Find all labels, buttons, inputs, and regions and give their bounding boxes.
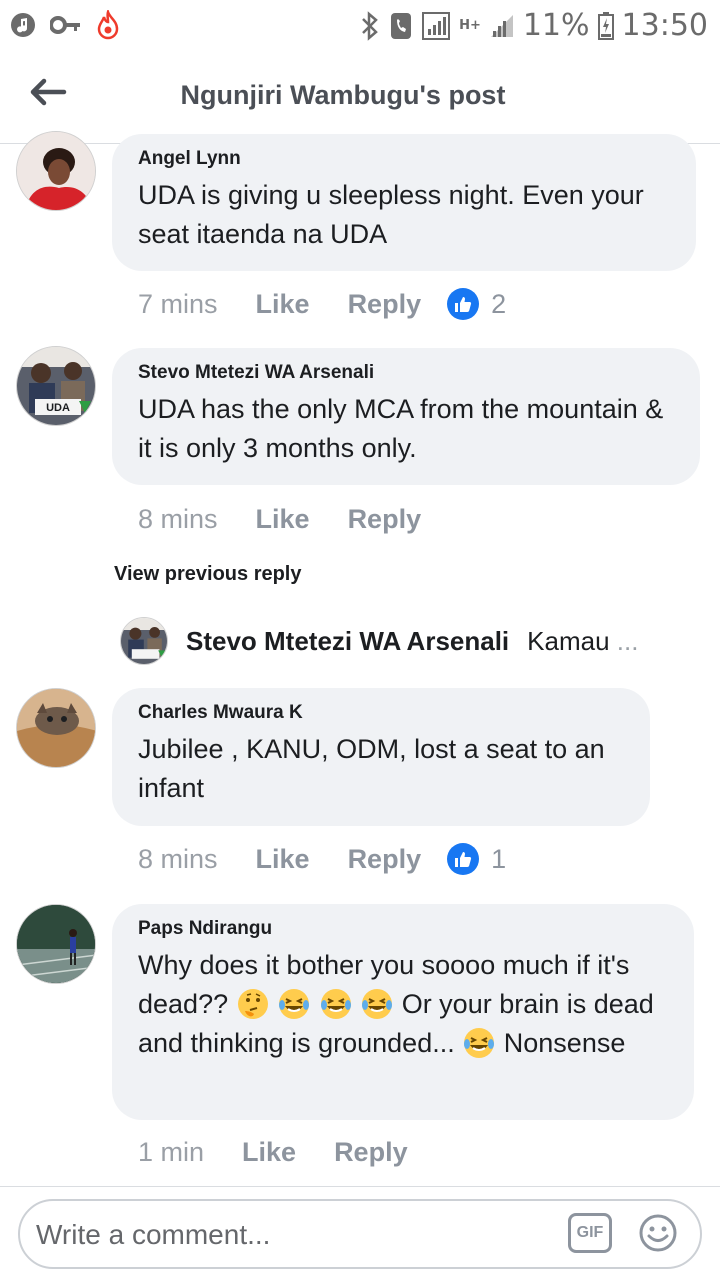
avatar-badge-text: UDA <box>46 402 70 414</box>
reply-preview[interactable]: Stevo Mtetezi WA Arsenali Kamau ... <box>120 616 638 666</box>
page-title: Ngunjiri Wambugu's post <box>180 80 506 110</box>
comment-bubble[interactable]: Angel Lynn UDA is giving u sleepless nig… <box>112 134 696 271</box>
comment-actions: 8 mins Like Reply 1 <box>138 840 506 878</box>
reaction-summary[interactable]: 1 <box>447 843 506 875</box>
reply-button[interactable]: Reply <box>348 504 422 535</box>
signal-bars-icon <box>422 11 451 40</box>
thumbs-up-icon <box>447 843 480 875</box>
comment-input[interactable]: Write a comment... GIF <box>18 1199 702 1269</box>
laughing-tears-face-icon <box>362 989 393 1019</box>
reply-button[interactable]: Reply <box>334 1137 408 1168</box>
gif-label: GIF <box>576 1224 604 1241</box>
reply-button[interactable]: Reply <box>348 844 422 875</box>
laughing-tears-face-icon <box>279 989 310 1019</box>
comment-time[interactable]: 1 min <box>138 1137 204 1168</box>
reaction-count: 1 <box>491 843 507 874</box>
avatar[interactable]: UDA <box>16 346 96 426</box>
comment-actions: 1 min Like Reply <box>138 1133 446 1171</box>
like-button[interactable]: Like <box>256 289 310 320</box>
bluetooth-icon <box>362 10 378 41</box>
thinking-face-icon <box>237 989 268 1019</box>
comment-text: UDA is giving u sleepless night. Even yo… <box>138 180 644 249</box>
comment-text: Jubilee , KANU, ODM, lost a seat to an i… <box>138 734 605 803</box>
avatar-image <box>17 132 95 210</box>
comment-time[interactable]: 8 mins <box>138 844 218 875</box>
comment-text: Why does it bother you soooo much if it'… <box>138 950 654 1058</box>
reply-preview-ellipsis: ... <box>616 625 639 656</box>
avatar-image: UDA <box>17 347 95 425</box>
cell-signal-icon <box>490 14 513 37</box>
reply-button[interactable]: Reply <box>348 289 422 320</box>
avatar-image <box>17 689 95 767</box>
comment-composer: Write a comment... GIF <box>0 1186 720 1280</box>
reaction-summary[interactable]: 2 <box>447 288 506 320</box>
key-icon <box>50 16 80 34</box>
avatar-image <box>17 905 95 983</box>
battery-percent: 11% <box>522 8 590 43</box>
avatar-image <box>121 618 167 664</box>
battery-icon <box>597 11 614 40</box>
clock: 13:50 <box>621 8 708 43</box>
comment-text: UDA has the only MCA from the mountain &… <box>138 394 664 463</box>
comment-bubble[interactable]: Paps Ndirangu Why does it bother you soo… <box>112 904 694 1120</box>
smiley-icon <box>639 1214 677 1252</box>
comment-author[interactable]: Paps Ndirangu <box>138 918 668 940</box>
status-bar-system: H+ 11% 13:50 <box>359 8 708 43</box>
reaction-count: 2 <box>491 288 507 319</box>
comment-author[interactable]: Stevo Mtetezi WA Arsenali <box>138 362 674 384</box>
laughing-tears-face-icon <box>464 1028 495 1058</box>
post-header: Ngunjiri Wambugu's post <box>0 50 720 144</box>
like-button[interactable]: Like <box>256 504 310 535</box>
phone-vibrate-icon <box>391 12 412 39</box>
comment-bubble[interactable]: Charles Mwaura K Jubilee , KANU, ODM, lo… <box>112 688 650 826</box>
avatar[interactable] <box>16 131 96 211</box>
reply-preview-author: Stevo Mtetezi WA Arsenali <box>186 625 510 656</box>
status-bar-notifications <box>10 10 120 40</box>
flame-app-icon <box>97 10 119 40</box>
gif-button[interactable]: GIF <box>568 1213 612 1253</box>
status-bar: H+ 11% 13:50 <box>0 0 720 50</box>
view-previous-reply-link[interactable]: View previous reply <box>114 563 302 586</box>
comment-author[interactable]: Angel Lynn <box>138 148 670 170</box>
comment-actions: 8 mins Like Reply <box>138 500 459 538</box>
music-note-icon <box>11 13 35 37</box>
comment-bubble[interactable]: Stevo Mtetezi WA Arsenali UDA has the on… <box>112 348 700 485</box>
thumbs-up-icon <box>447 288 480 320</box>
avatar[interactable] <box>16 688 96 768</box>
avatar[interactable] <box>16 904 96 984</box>
comment-actions: 7 mins Like Reply 2 <box>138 285 506 323</box>
like-button[interactable]: Like <box>256 844 310 875</box>
avatar <box>120 617 168 665</box>
reply-preview-snippet: Kamau ... <box>527 625 639 656</box>
network-type-label: H+ <box>459 18 481 33</box>
laughing-tears-face-icon <box>320 989 351 1019</box>
comment-input-placeholder: Write a comment... <box>36 1219 271 1250</box>
comment-time[interactable]: 7 mins <box>138 289 218 320</box>
comment-time[interactable]: 8 mins <box>138 504 218 535</box>
comment-author[interactable]: Charles Mwaura K <box>138 702 624 724</box>
emoji-button[interactable] <box>638 1213 678 1253</box>
like-button[interactable]: Like <box>242 1137 296 1168</box>
